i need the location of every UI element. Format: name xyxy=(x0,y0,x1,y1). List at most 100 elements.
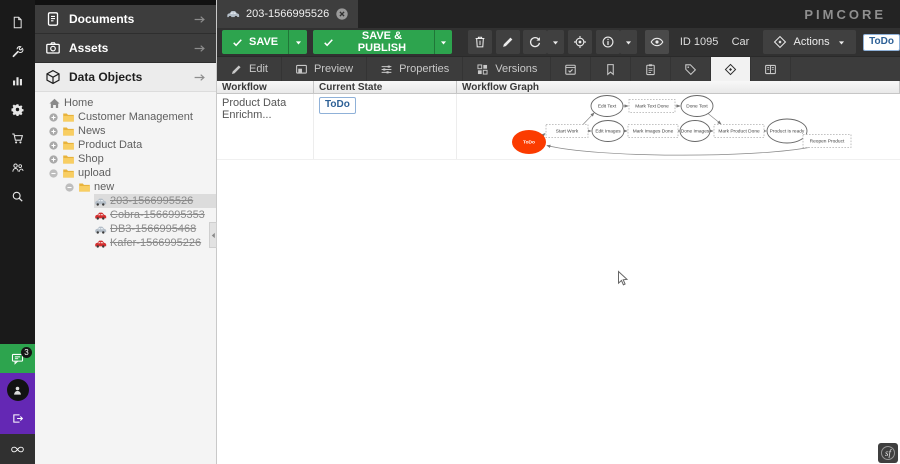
tree-item-product-data[interactable]: Product Data xyxy=(35,138,216,152)
book-icon xyxy=(764,63,777,76)
grid-icon xyxy=(476,63,489,76)
accordion-assets-label: Assets xyxy=(69,41,108,55)
user-avatar-button[interactable] xyxy=(7,379,29,401)
current-state-cell: ToDo xyxy=(314,94,457,159)
edge-done_text-to-mark_product_done xyxy=(708,114,721,125)
pimcore-app: 3 Documents Assets xyxy=(0,0,900,464)
locate-in-tree-button[interactable] xyxy=(568,30,592,54)
object-id-label: ID 1095 xyxy=(680,36,719,48)
column-header-current-state[interactable]: Current State xyxy=(314,81,457,93)
tab-preview[interactable]: Preview xyxy=(282,57,367,81)
info-dropdown[interactable] xyxy=(620,30,637,54)
info-button[interactable] xyxy=(596,30,620,54)
plus-circle-icon[interactable] xyxy=(48,140,59,151)
rail-wrench-button[interactable] xyxy=(0,37,35,66)
tab-title: 203-1566995526 xyxy=(246,8,329,20)
edge-start_work-to-edit_text xyxy=(583,113,594,125)
column-header-workflow[interactable]: Workflow xyxy=(217,81,314,93)
tab-edit[interactable]: Edit xyxy=(217,57,282,81)
rail-top-icons xyxy=(0,0,35,211)
plus-circle-icon[interactable] xyxy=(48,126,59,137)
tree-item-label: new xyxy=(94,181,114,193)
accordion-data-objects[interactable]: Data Objects xyxy=(35,63,216,92)
graph-node-label: Reopen Product xyxy=(810,139,845,145)
tree-item-customer-management[interactable]: Customer Management xyxy=(35,110,216,124)
tab-book-button[interactable] xyxy=(751,57,791,81)
tab-close-button[interactable] xyxy=(335,7,349,21)
reload-button[interactable] xyxy=(523,30,547,54)
save-publish-button[interactable]: SAVE & PUBLISH xyxy=(313,30,452,54)
tree-item-shop[interactable]: Shop xyxy=(35,152,216,166)
folder-icon xyxy=(62,125,75,138)
car-silver-icon xyxy=(94,223,107,236)
delete-button[interactable] xyxy=(468,30,492,54)
rail-file-button[interactable] xyxy=(0,8,35,37)
tree-item-label: upload xyxy=(78,167,111,179)
open-preview-button[interactable] xyxy=(645,30,669,54)
icon-rail: 3 xyxy=(0,0,35,464)
tree-item-new[interactable]: new xyxy=(35,180,216,194)
column-header-workflow-graph[interactable]: Workflow Graph xyxy=(457,81,900,93)
tab-tag-button[interactable] xyxy=(671,57,711,81)
tab-clipboard-button[interactable] xyxy=(631,57,671,81)
arrow-right-icon xyxy=(193,71,206,84)
tree-item-home[interactable]: Home xyxy=(35,96,216,110)
tree-item-label: Customer Management xyxy=(78,111,193,123)
arrow-right-icon xyxy=(193,42,206,55)
save-publish-dropdown[interactable] xyxy=(434,30,452,54)
accordion-documents[interactable]: Documents xyxy=(35,5,216,34)
tree-item-label: Product Data xyxy=(78,139,142,151)
accordion-assets[interactable]: Assets xyxy=(35,34,216,63)
close-icon xyxy=(335,7,349,21)
notifications-button[interactable]: 3 xyxy=(0,344,35,373)
tab-object[interactable]: 203-1566995526 xyxy=(217,0,358,28)
tree-item-cobra-1566995353[interactable]: Cobra-1566995353 xyxy=(35,208,216,222)
plus-circle-icon[interactable] xyxy=(48,154,59,165)
users-icon xyxy=(11,161,24,174)
info-icon xyxy=(601,35,615,49)
tab-versions[interactable]: Versions xyxy=(463,57,551,81)
minus-circle-icon[interactable] xyxy=(64,182,75,193)
logout-button[interactable] xyxy=(7,408,29,428)
diamond-icon xyxy=(724,63,737,76)
navigation-panel: Documents Assets Data Objects HomeCustom… xyxy=(35,0,217,464)
panel-collapse-handle[interactable] xyxy=(209,222,217,248)
tab-properties[interactable]: Properties xyxy=(367,57,463,81)
tree-item-upload[interactable]: upload xyxy=(35,166,216,180)
reload-dropdown[interactable] xyxy=(547,30,564,54)
trash-icon xyxy=(473,35,487,49)
tag-icon xyxy=(684,63,697,76)
monitor-icon xyxy=(295,63,308,76)
minus-circle-icon[interactable] xyxy=(48,168,59,179)
current-state-badge: ToDo xyxy=(319,97,356,114)
tab-diamond-button[interactable] xyxy=(711,57,751,81)
sliders-icon xyxy=(380,63,393,76)
save-dropdown[interactable] xyxy=(288,30,307,54)
plus-circle-icon[interactable] xyxy=(48,112,59,123)
workflow-actions-button[interactable]: Actions xyxy=(763,30,856,54)
rename-button[interactable] xyxy=(496,30,520,54)
rail-gear-button[interactable] xyxy=(0,95,35,124)
workflow-graph-svg: ToDoStart WorkEdit TextMark Text DoneDon… xyxy=(457,94,889,160)
tree-item-kafer-1566995226[interactable]: Kafer-1566995226 xyxy=(35,236,216,250)
graph-node-label: Mark Images Done xyxy=(633,129,674,135)
tree-item-news[interactable]: News xyxy=(35,124,216,138)
logout-icon xyxy=(11,412,24,425)
tab-calendar-button[interactable] xyxy=(551,57,591,81)
home-icon xyxy=(48,97,61,110)
edge-reopen_product-to-todo xyxy=(547,146,809,156)
debug-toolbar-button[interactable]: sf xyxy=(878,443,898,463)
rail-search-button[interactable] xyxy=(0,182,35,211)
rail-users-button[interactable] xyxy=(0,153,35,182)
tab-bookmark-button[interactable] xyxy=(591,57,631,81)
check-icon xyxy=(232,37,243,48)
tree-item-label: Kafer-1566995226 xyxy=(110,237,201,249)
tree-item-db3-1566995468[interactable]: DB3-1566995468 xyxy=(35,222,216,236)
rail-chart-button[interactable] xyxy=(0,66,35,95)
save-button[interactable]: SAVE xyxy=(222,30,307,54)
ribbon-label: Properties xyxy=(399,63,449,75)
rail-bottom: 3 xyxy=(0,344,35,464)
rail-cart-button[interactable] xyxy=(0,124,35,153)
pencil-icon xyxy=(230,63,243,76)
tree-item-203-1566995526[interactable]: 203-1566995526 xyxy=(35,194,216,208)
